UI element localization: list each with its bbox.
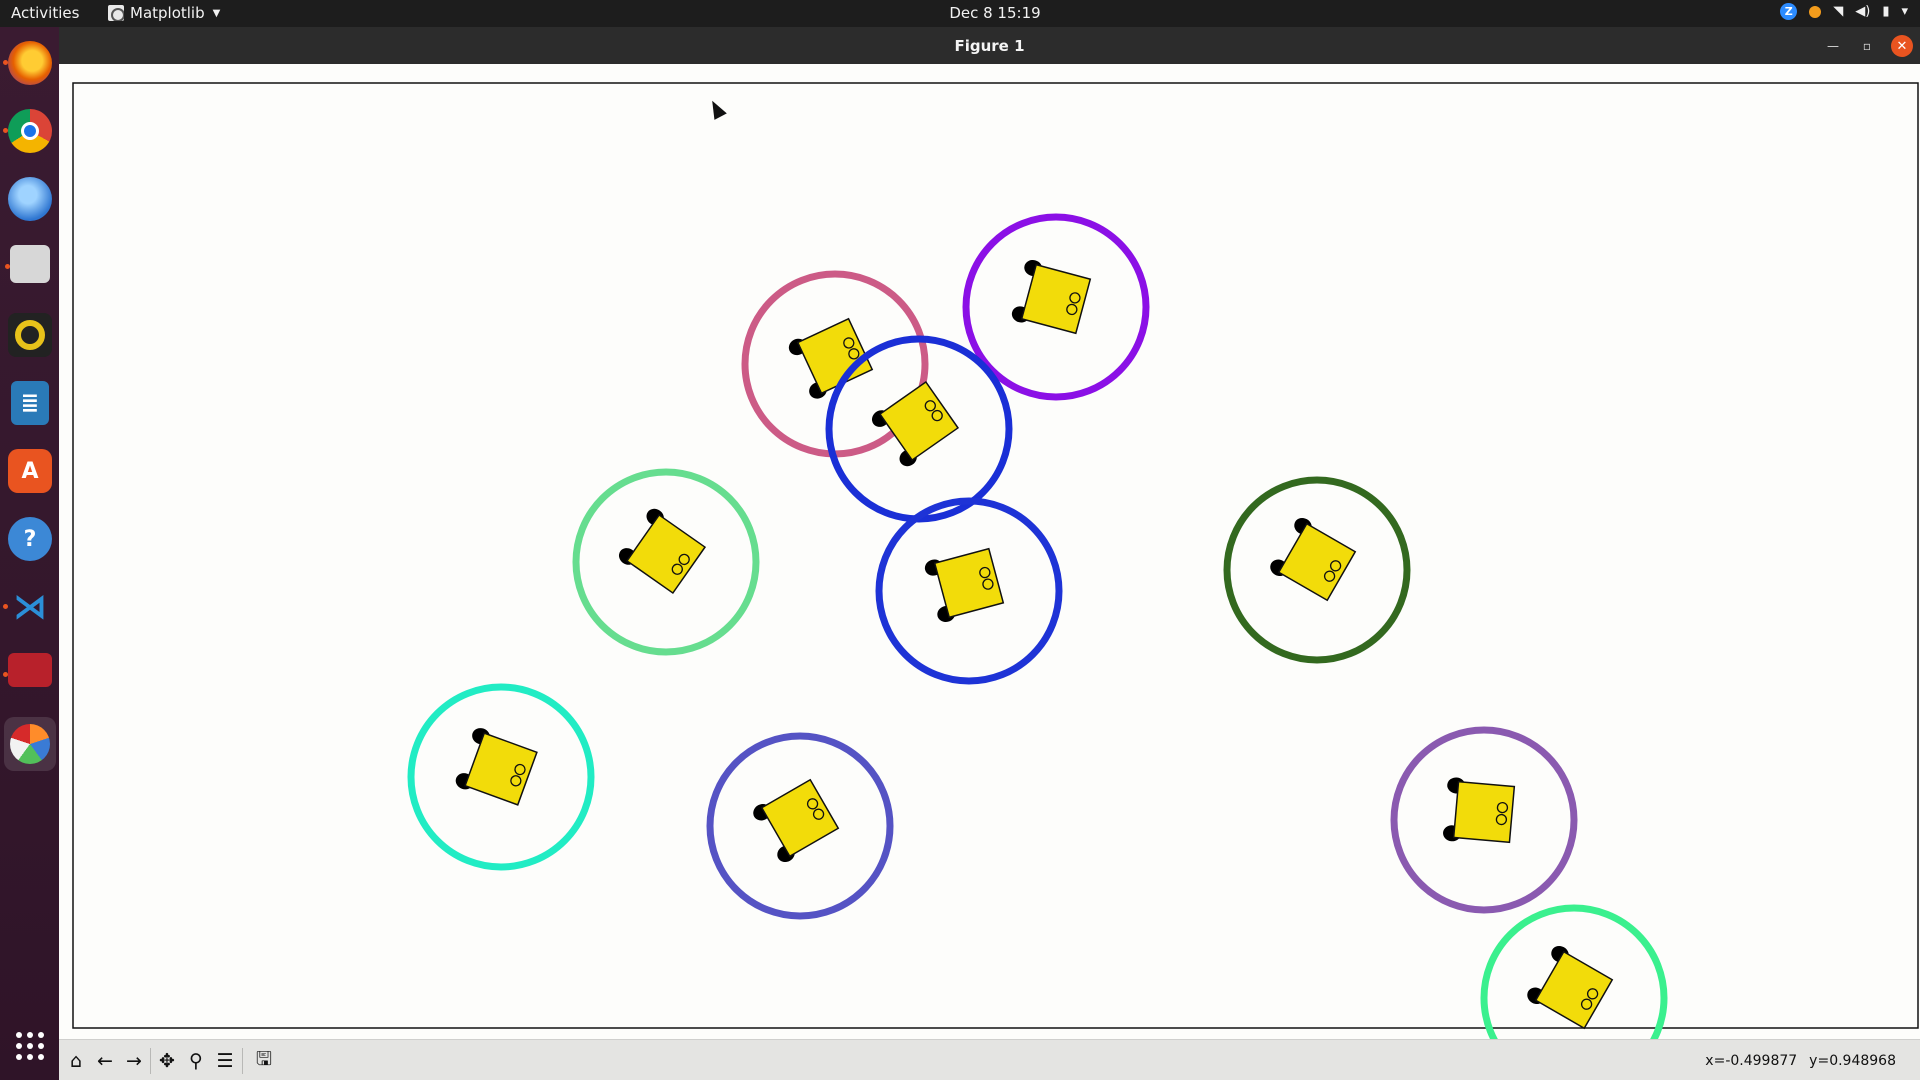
- notification-dot-icon[interactable]: [1809, 5, 1822, 18]
- rhythmbox-ring: [15, 320, 45, 350]
- matplotlib-logo: [10, 724, 50, 764]
- chrome-icon[interactable]: [3, 109, 52, 153]
- chrome-center: [21, 122, 39, 140]
- running-indicator: [3, 604, 8, 609]
- plot-svg[interactable]: [59, 64, 1920, 1039]
- rhythmbox-icon[interactable]: [8, 313, 52, 357]
- app-menu-label: Matplotlib: [130, 4, 205, 22]
- help-icon[interactable]: ?: [8, 517, 52, 561]
- back-icon[interactable]: ←: [92, 1048, 118, 1074]
- matplotlib-toolbar: ⌂ ← → ✥ ⚲ ☰ 🖫 x=-0.499877 y=0.948968: [59, 1039, 1920, 1080]
- home-icon[interactable]: ⌂: [63, 1048, 89, 1074]
- running-indicator: [5, 264, 10, 269]
- zoom-app-icon[interactable]: Z: [1780, 3, 1798, 20]
- running-indicator: [3, 128, 8, 133]
- close-button[interactable]: ✕: [1891, 35, 1913, 57]
- software-center-icon[interactable]: A: [8, 449, 52, 493]
- zoom-icon[interactable]: ⚲: [183, 1048, 209, 1074]
- firefox-icon[interactable]: [3, 41, 52, 85]
- vscode-icon[interactable]: ⋊: [3, 585, 52, 629]
- figure-canvas[interactable]: [59, 64, 1920, 1039]
- app-menu[interactable]: Matplotlib ▼: [108, 4, 220, 22]
- files-icon[interactable]: [5, 245, 50, 283]
- minimize-button[interactable]: —: [1822, 35, 1844, 57]
- chevron-down-icon: ▼: [212, 7, 221, 19]
- coordinate-readout: x=-0.499877 y=0.948968: [1705, 1053, 1896, 1069]
- activities-button[interactable]: Activities: [11, 4, 79, 22]
- pan-icon[interactable]: ✥: [154, 1048, 180, 1074]
- figure-window: Figure 1 — ▫ ✕ ⌂ ← → ✥ ⚲ ☰ 🖫 x=-0.499877…: [59, 27, 1920, 1080]
- matplotlib-app-icon: [108, 5, 124, 21]
- matplotlib-icon[interactable]: [4, 717, 56, 771]
- system-tray[interactable]: Z ◥ ◀) ▮ ▾: [1780, 3, 1908, 20]
- running-indicator: [3, 672, 8, 677]
- battery-icon[interactable]: ▮: [1882, 4, 1889, 19]
- forward-icon[interactable]: →: [121, 1048, 147, 1074]
- wifi-icon[interactable]: ◥: [1833, 4, 1843, 19]
- toolbar-separator: [150, 1048, 151, 1074]
- writer-icon[interactable]: ≣: [11, 381, 49, 425]
- dock: ≣ A ? ⋊: [0, 27, 59, 1080]
- show-applications-button[interactable]: [16, 1032, 44, 1060]
- thunderbird-icon[interactable]: [8, 177, 52, 221]
- volume-icon[interactable]: ◀): [1855, 4, 1870, 19]
- top-bar: Activities Matplotlib ▼ Dec 8 15:19 Z ◥ …: [0, 0, 1920, 27]
- media-app-icon[interactable]: [3, 653, 52, 687]
- window-titlebar[interactable]: Figure 1 — ▫ ✕: [59, 27, 1920, 64]
- y-coordinate: y=0.948968: [1809, 1053, 1896, 1069]
- x-coordinate: x=-0.499877: [1705, 1053, 1798, 1069]
- window-title: Figure 1: [954, 37, 1025, 55]
- toolbar-separator: [242, 1048, 243, 1074]
- clock[interactable]: Dec 8 15:19: [0, 4, 1920, 22]
- axes-frame: [72, 82, 1919, 1029]
- save-icon[interactable]: 🖫: [251, 1048, 277, 1074]
- chevron-down-icon[interactable]: ▾: [1901, 4, 1908, 19]
- running-indicator: [3, 60, 8, 65]
- configure-icon[interactable]: ☰: [212, 1048, 238, 1074]
- maximize-button[interactable]: ▫: [1856, 35, 1878, 57]
